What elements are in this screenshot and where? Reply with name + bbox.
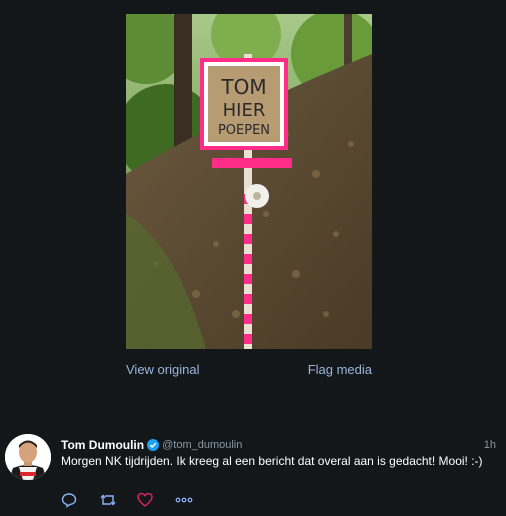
avatar[interactable] (5, 434, 51, 480)
verified-badge-icon (147, 439, 160, 451)
more-icon[interactable] (175, 490, 213, 510)
media-links: View original Flag media (126, 362, 372, 377)
tweet: Tom Dumoulin @tom_dumoulin 1h Morgen NK … (0, 430, 506, 516)
sign-text-line3: POEPEN (218, 123, 270, 138)
sign-text-line2: HIER (223, 100, 266, 121)
heart-icon[interactable] (137, 490, 175, 510)
author-handle[interactable]: @tom_dumoulin (162, 439, 242, 451)
tweet-actions (61, 490, 213, 510)
tweet-header: Tom Dumoulin @tom_dumoulin 1h (61, 438, 496, 452)
tweet-text: Morgen NK tijdrijden. Ik kreeg al een be… (61, 454, 483, 468)
flag-media-link[interactable]: Flag media (308, 362, 372, 377)
reply-icon[interactable] (61, 490, 99, 510)
view-original-link[interactable]: View original (126, 362, 199, 377)
tweet-timestamp[interactable]: 1h (484, 439, 496, 451)
retweet-icon[interactable] (99, 490, 137, 510)
sign-text-line1: TOM (220, 75, 266, 99)
tweet-media-photo[interactable]: TOM HIER POEPEN (126, 14, 372, 349)
author-name[interactable]: Tom Dumoulin (61, 438, 144, 452)
